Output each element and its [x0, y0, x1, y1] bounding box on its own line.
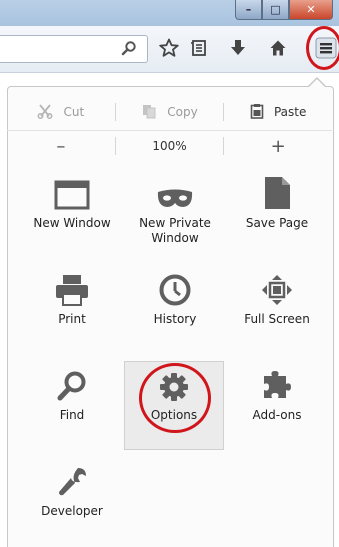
- history-clock-icon: [159, 262, 191, 306]
- zoom-out-button[interactable]: –: [7, 131, 115, 161]
- annotation-circle-menu: [306, 26, 339, 70]
- window-controls: – □ ✕: [235, 0, 333, 20]
- copy-label: Copy: [167, 105, 198, 119]
- reading-list-icon[interactable]: [187, 36, 211, 60]
- search-bar[interactable]: [0, 35, 148, 63]
- window-titlebar: – □ ✕: [0, 0, 339, 26]
- zoom-in-button[interactable]: +: [224, 131, 332, 161]
- scissors-icon: [37, 103, 53, 122]
- menu-item-new-private-window[interactable]: New Private Window: [125, 166, 225, 258]
- find-magnifier-icon: [57, 358, 87, 402]
- menu-item-label: Save Page: [245, 216, 309, 230]
- addons-puzzle-icon: [260, 358, 294, 402]
- menu-item-find[interactable]: Find: [22, 358, 122, 450]
- paste-button[interactable]: Paste: [224, 97, 332, 127]
- menu-item-label: Find: [59, 408, 85, 422]
- copy-button[interactable]: Copy: [116, 97, 224, 127]
- download-icon[interactable]: [226, 36, 250, 60]
- menu-item-history[interactable]: History: [125, 262, 225, 354]
- menu-item-print[interactable]: Print: [22, 262, 122, 354]
- bookmark-star-icon[interactable]: [157, 36, 181, 60]
- zoom-level[interactable]: 100%: [116, 131, 224, 161]
- clipboard-icon: [250, 103, 264, 122]
- minimize-button[interactable]: –: [235, 0, 262, 20]
- close-button[interactable]: ✕: [289, 0, 333, 20]
- menu-item-label: Full Screen: [244, 312, 310, 326]
- annotation-circle-options: [139, 363, 211, 433]
- menu-item-label: New Private Window: [139, 216, 211, 245]
- menu-item-developer[interactable]: Developer: [22, 454, 122, 546]
- paste-label: Paste: [273, 105, 307, 119]
- menu-item-new-window[interactable]: New Window: [22, 166, 122, 258]
- menu-item-add-ons[interactable]: Add-ons: [227, 358, 327, 450]
- zoom-controls: – 100% +: [7, 130, 332, 161]
- panel-arrow-inner: [309, 79, 325, 87]
- edit-controls: Cut Copy Paste: [7, 97, 332, 127]
- private-mask-icon: [156, 166, 194, 210]
- navigation-toolbar: [0, 26, 339, 73]
- maximize-button[interactable]: □: [262, 0, 289, 20]
- printer-icon: [54, 262, 90, 306]
- new-window-icon: [54, 166, 90, 210]
- search-icon[interactable]: [121, 40, 137, 60]
- menu-item-label: Developer: [41, 504, 103, 518]
- cut-label: Cut: [63, 105, 85, 119]
- menu-item-full-screen[interactable]: Full Screen: [227, 262, 327, 354]
- fullscreen-icon: [261, 262, 293, 306]
- menu-item-label: Add-ons: [252, 408, 302, 422]
- copy-icon: [141, 103, 157, 122]
- menu-item-label: History: [153, 312, 197, 326]
- home-icon[interactable]: [266, 36, 290, 60]
- save-page-icon: [263, 166, 291, 210]
- menu-item-label: Print: [58, 312, 86, 326]
- menu-item-save-page[interactable]: Save Page: [227, 166, 327, 258]
- menu-item-label: New Window: [33, 216, 111, 230]
- developer-wrench-icon: [56, 454, 88, 498]
- cut-button[interactable]: Cut: [7, 97, 115, 127]
